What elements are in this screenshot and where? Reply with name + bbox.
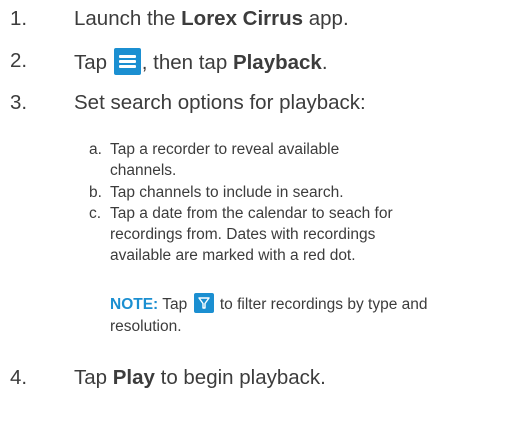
- step-number: 1.: [10, 7, 28, 30]
- hamburger-menu-icon: [113, 48, 141, 75]
- filter-icon: [193, 293, 214, 313]
- substep-letter: b.: [89, 184, 102, 201]
- substep-text: Tap a date from the calendar to seach fo…: [110, 205, 393, 264]
- play-label: Play: [112, 366, 155, 389]
- step-number: 4.: [10, 366, 28, 389]
- playback-label: Playback: [232, 51, 322, 74]
- note: NOTE: Tap to filter recordings by type a…: [110, 293, 500, 338]
- note-text-pre: Tap: [158, 296, 192, 313]
- step-number: 3.: [10, 91, 28, 114]
- step-text-mid: , then tap: [141, 51, 233, 74]
- step-text-pre: Tap: [74, 366, 113, 389]
- step-text: Tap Play to begin playback.: [74, 365, 502, 391]
- step-text-post: .: [321, 51, 328, 74]
- step-text: Set search options for playback:: [74, 91, 366, 114]
- substep-letter: a.: [89, 141, 102, 158]
- step-text: Tap , then tap Playback.: [74, 48, 502, 76]
- app-name: Lorex Cirrus: [181, 7, 304, 30]
- step-number: 2.: [10, 49, 28, 72]
- substep-text: Tap channels to include in search.: [110, 184, 344, 201]
- substep-letter: c.: [89, 205, 102, 222]
- step-text-pre: Launch the: [74, 7, 182, 30]
- substep-text: Tap a recorder to reveal available chann…: [110, 141, 340, 179]
- step-text-post: to begin playback.: [154, 366, 326, 389]
- step-text-post: app.: [303, 7, 349, 30]
- step-text-pre: Tap: [74, 51, 113, 74]
- step-text: Launch the Lorex Cirrus app.: [74, 6, 502, 32]
- note-label: NOTE:: [110, 296, 159, 313]
